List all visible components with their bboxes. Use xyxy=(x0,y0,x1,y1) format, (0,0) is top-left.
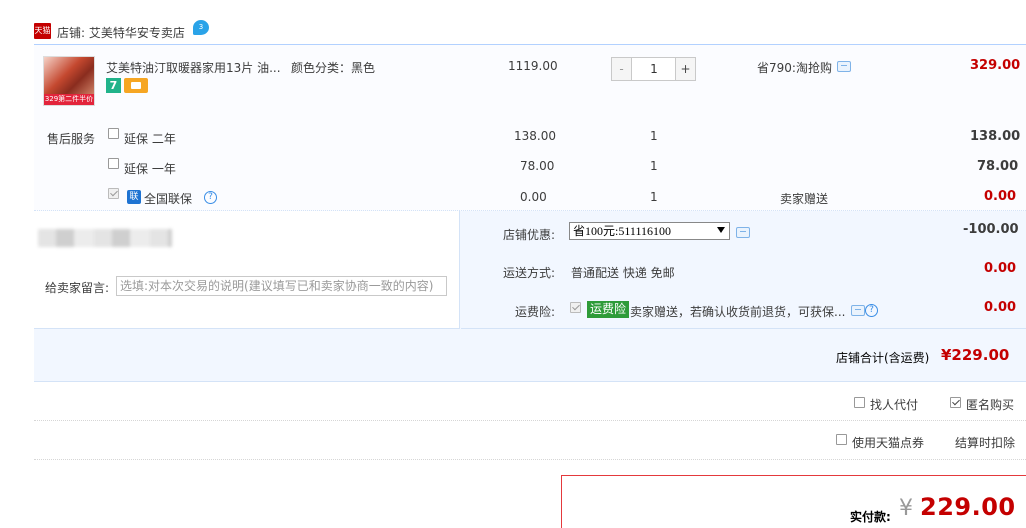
coupon-divider xyxy=(34,459,1026,460)
product-spec: 颜色分类：黑色 xyxy=(291,61,376,75)
unit-price: 1119.00 xyxy=(508,59,558,73)
shipping-method: 普通配送 快递 免邮 xyxy=(571,266,675,280)
discount-info-icon[interactable] xyxy=(837,61,851,72)
anonymous-purchase-checkbox[interactable] xyxy=(950,397,961,408)
product-title-link[interactable]: 艾美特油汀取暖器家用13片 油... xyxy=(106,59,281,76)
insurance-checkbox[interactable] xyxy=(570,302,581,313)
payment-amount: 229.00 xyxy=(920,493,1016,521)
extended-warranty-1y-price: 78.00 xyxy=(520,159,555,173)
options-divider xyxy=(34,420,1026,421)
national-warranty-icon: 联 xyxy=(127,190,141,204)
proxy-pay-checkbox[interactable] xyxy=(854,397,865,408)
extended-warranty-1y-qty: 1 xyxy=(650,159,658,173)
shipping-amount: 0.00 xyxy=(984,261,1017,276)
deduct-note: 结算时扣除 xyxy=(955,436,1016,450)
national-warranty-checkbox[interactable] xyxy=(108,188,119,199)
anonymous-purchase-label[interactable]: 匿名购买 xyxy=(966,396,1014,413)
seven-day-return-icon: 7 xyxy=(106,78,121,93)
credit-card-icon xyxy=(124,78,148,93)
shop-promo-selected: 省100元:511116100 xyxy=(573,224,671,238)
insurance-description: 卖家赠送，若确认收货前退货，可获保... xyxy=(630,305,846,319)
chevron-down-icon xyxy=(717,227,725,233)
extended-warranty-2y-price: 138.00 xyxy=(514,129,556,143)
product-thumbnail[interactable]: 329第二件半价 xyxy=(43,56,95,106)
extended-warranty-2y-qty: 1 xyxy=(650,129,658,143)
extended-warranty-1y-label: 延保 一年 xyxy=(124,162,176,176)
help-icon[interactable]: ? xyxy=(204,191,217,204)
shipping-label: 运送方式: xyxy=(503,266,556,280)
insurance-badge: 运费险 xyxy=(587,301,630,318)
discount-label: 省790:淘抢购 xyxy=(757,61,832,75)
national-warranty-label: 全国联保 xyxy=(144,192,193,206)
insurance-amount: 0.00 xyxy=(984,300,1017,315)
extended-warranty-1y-checkbox[interactable] xyxy=(108,158,119,169)
quantity-stepper: - + xyxy=(611,57,696,81)
extended-warranty-2y-amount: 138.00 xyxy=(970,129,1021,144)
insurance-label: 运费险: xyxy=(515,305,556,319)
shop-promo-select[interactable]: 省100元:511116100 xyxy=(569,222,730,240)
insurance-help-icon[interactable]: ? xyxy=(865,304,878,317)
payment-currency: ¥ xyxy=(899,496,913,521)
message-label: 给卖家留言: xyxy=(45,281,110,295)
tmall-logo-icon: 天猫 xyxy=(34,23,51,39)
national-warranty-qty: 1 xyxy=(650,190,658,204)
national-warranty-price: 0.00 xyxy=(520,190,547,204)
shop-total-label: 店铺合计(含运费) xyxy=(836,351,930,365)
proxy-pay-label[interactable]: 找人代付 xyxy=(870,396,918,413)
extended-warranty-2y-checkbox[interactable] xyxy=(108,128,119,139)
quantity-decrease-button[interactable]: - xyxy=(612,58,632,80)
tmall-coupon-label[interactable]: 使用天猫点券 xyxy=(852,434,924,451)
quantity-increase-button[interactable]: + xyxy=(675,58,695,80)
blurred-buyer-info xyxy=(38,229,172,247)
shop-name-link[interactable]: 店铺: 艾美特华安专卖店 xyxy=(57,24,185,41)
item-subtotal: 329.00 xyxy=(970,58,1021,73)
extended-warranty-1y-amount: 78.00 xyxy=(977,159,1019,174)
national-warranty-note: 卖家赠送 xyxy=(780,192,829,206)
after-sales-label: 售后服务 xyxy=(47,132,96,146)
quantity-input[interactable] xyxy=(633,58,675,80)
wangwang-chat-icon[interactable]: 3 xyxy=(193,20,209,35)
shop-header: 天猫 店铺: 艾美特华安专卖店 3 xyxy=(0,0,1026,44)
shop-promo-label: 店铺优惠: xyxy=(503,228,556,242)
tmall-coupon-checkbox[interactable] xyxy=(836,434,847,445)
payment-label: 实付款: xyxy=(850,510,891,524)
extended-warranty-2y-label: 延保 二年 xyxy=(124,132,176,146)
insurance-info-icon[interactable] xyxy=(851,305,865,316)
seller-message-input[interactable] xyxy=(116,276,447,296)
thumbnail-promo-label: 329第二件半价 xyxy=(44,94,94,105)
shop-total-amount: ¥229.00 xyxy=(941,346,1010,364)
shop-promo-amount: -100.00 xyxy=(963,222,1019,237)
promo-info-icon[interactable] xyxy=(736,227,750,238)
national-warranty-amount: 0.00 xyxy=(984,189,1017,204)
